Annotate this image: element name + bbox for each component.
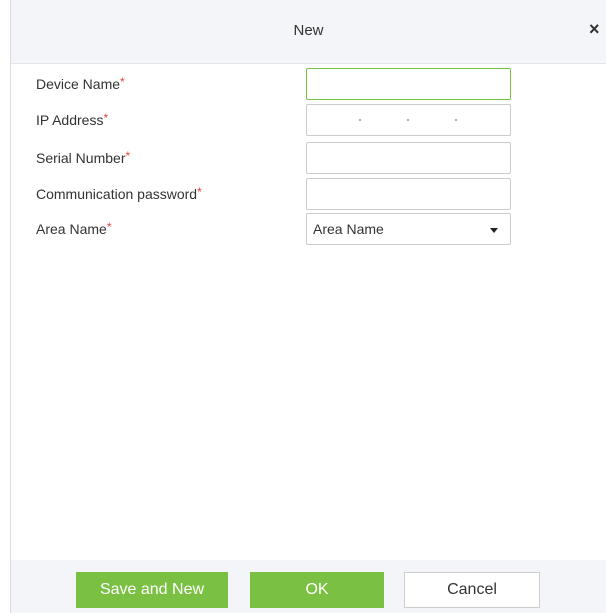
communication-password-row: Communication password* — [0, 178, 606, 210]
ip-address-input[interactable] — [306, 104, 511, 136]
communication-password-label: Communication password* — [36, 185, 202, 202]
required-mark: * — [106, 220, 112, 234]
ip-separator — [455, 119, 457, 121]
chevron-down-icon — [490, 228, 498, 233]
required-mark: * — [125, 149, 131, 163]
new-device-dialog: New × Device Name* IP Address* Serial Nu… — [0, 0, 606, 613]
area-name-select[interactable]: Area Name — [306, 213, 511, 245]
serial-number-input[interactable] — [306, 142, 511, 174]
save-and-new-button[interactable]: Save and New — [76, 572, 228, 608]
required-mark: * — [197, 185, 202, 199]
area-name-selected-value: Area Name — [313, 221, 384, 237]
required-mark: * — [103, 111, 109, 125]
area-name-label: Area Name* — [36, 220, 112, 237]
ip-address-row: IP Address* — [0, 104, 606, 136]
ip-separator — [359, 119, 361, 121]
ip-address-label: IP Address* — [36, 111, 109, 128]
close-icon[interactable]: × — [589, 19, 600, 39]
required-mark: * — [120, 75, 125, 89]
serial-number-label: Serial Number* — [36, 149, 131, 166]
cancel-button[interactable]: Cancel — [404, 572, 540, 608]
communication-password-input[interactable] — [306, 178, 511, 210]
device-name-row: Device Name* — [0, 68, 606, 100]
area-name-row: Area Name* Area Name — [0, 213, 606, 245]
serial-number-row: Serial Number* — [0, 142, 606, 174]
ok-button[interactable]: OK — [250, 572, 384, 608]
device-name-input[interactable] — [306, 68, 511, 100]
device-name-label: Device Name* — [36, 75, 125, 92]
dialog-header: New — [11, 0, 606, 64]
ip-separator — [407, 119, 409, 121]
dialog-title: New — [293, 22, 324, 39]
